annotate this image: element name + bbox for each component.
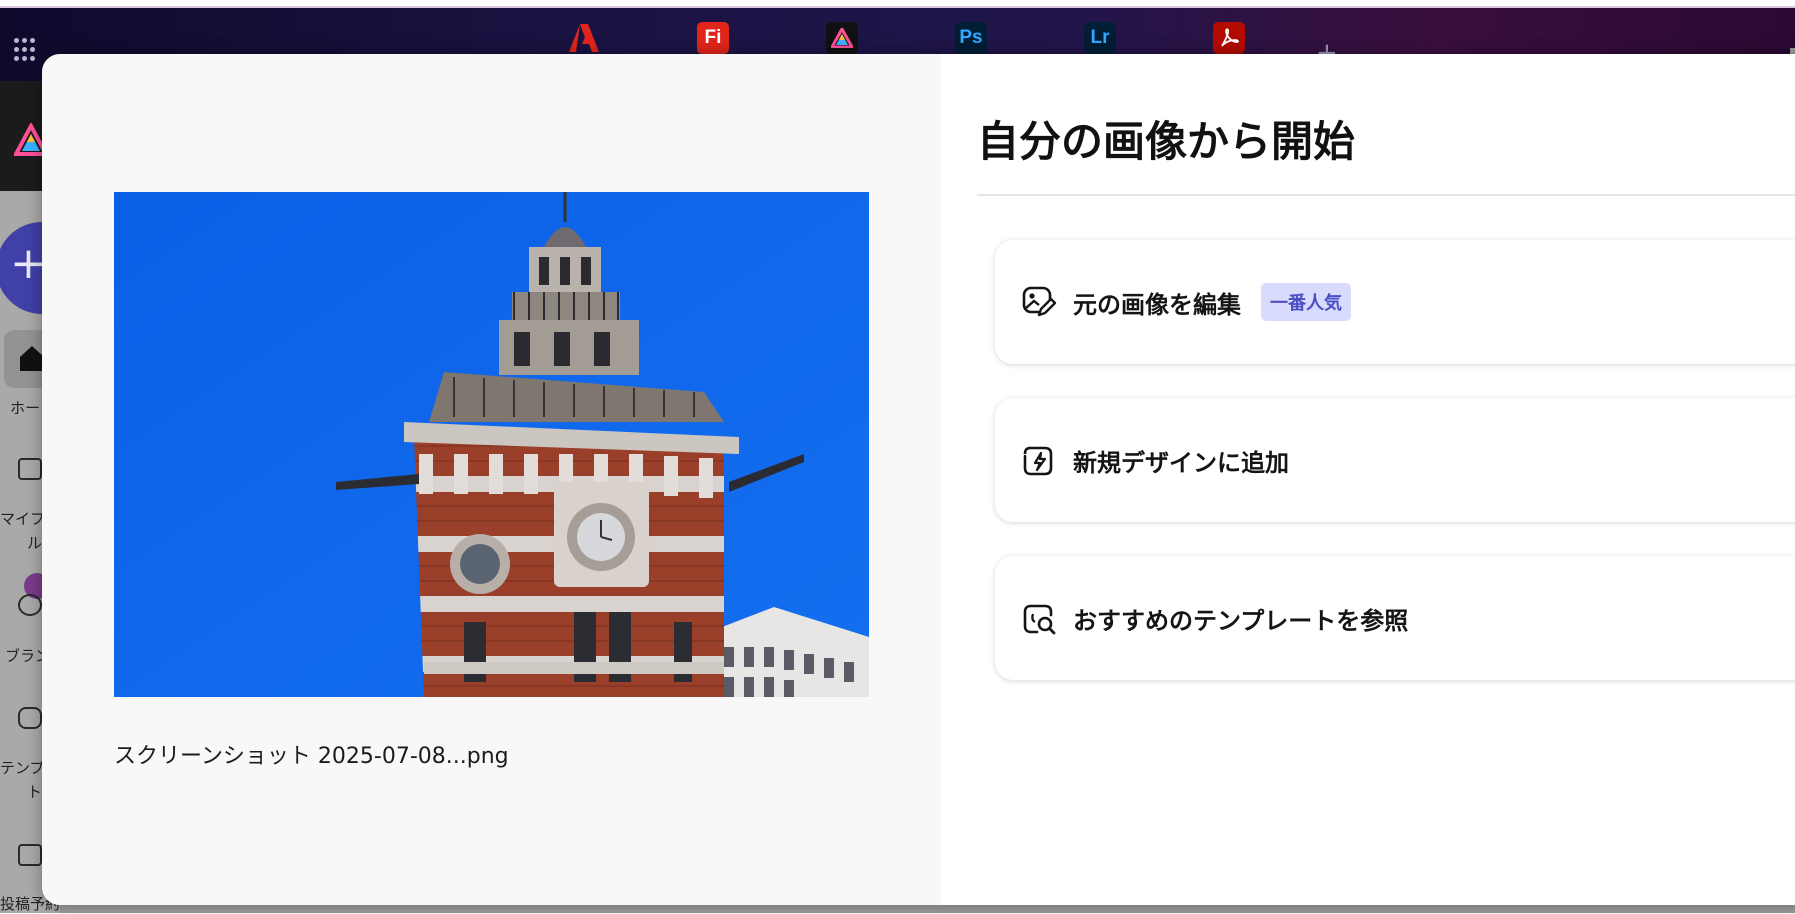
fresco-icon[interactable]: Fi [697,22,729,54]
option-label: おすすめのテンプレートを参照 [1073,606,1409,635]
express-icon[interactable] [826,22,858,54]
photoshop-icon[interactable]: Ps [955,22,987,54]
sidebar-item-label: ト [27,783,43,801]
backdrop-edge [60,905,1795,913]
option-label: 元の画像を編集 [1073,290,1241,319]
image-preview [114,192,869,697]
sidebar-item-label: マイフ [0,510,46,528]
title-divider [977,194,1795,196]
most-popular-badge: 一番人気 [1261,283,1351,321]
edit-image-icon [1022,286,1057,317]
browse-templates-option[interactable]: おすすめのテンプレートを参照 [995,556,1795,680]
add-to-new-design-option[interactable]: 新規デザインに追加 [995,398,1795,522]
browse-templates-icon [1023,604,1056,635]
app-grid-icon[interactable] [14,38,38,62]
sidebar-item-label: ル [27,534,43,552]
brand-icon[interactable] [18,594,42,616]
template-icon[interactable] [18,707,42,729]
adobe-logo-icon[interactable] [568,22,600,54]
folder-icon[interactable] [18,458,42,480]
file-name: スクリーンショット 2025-07-08...png [114,744,509,769]
lightroom-icon[interactable]: Lr [1084,22,1116,54]
modal-title: 自分の画像から開始 [977,117,1356,166]
calendar-icon[interactable] [18,844,42,866]
sidebar-item-label: ホー [10,399,41,417]
new-design-icon [1023,446,1053,476]
sidebar-item-label: テンプ [0,759,45,777]
start-from-image-modal: スクリーンショット 2025-07-08...png 自分の画像から開始 元の画… [42,54,1795,905]
option-label: 新規デザインに追加 [1073,448,1289,477]
acrobat-icon[interactable] [1213,22,1245,54]
clock-tower-image [114,192,869,697]
edit-original-image-option[interactable]: 元の画像を編集 一番人気 [995,240,1795,364]
image-preview-panel: スクリーンショット 2025-07-08...png [42,54,941,905]
